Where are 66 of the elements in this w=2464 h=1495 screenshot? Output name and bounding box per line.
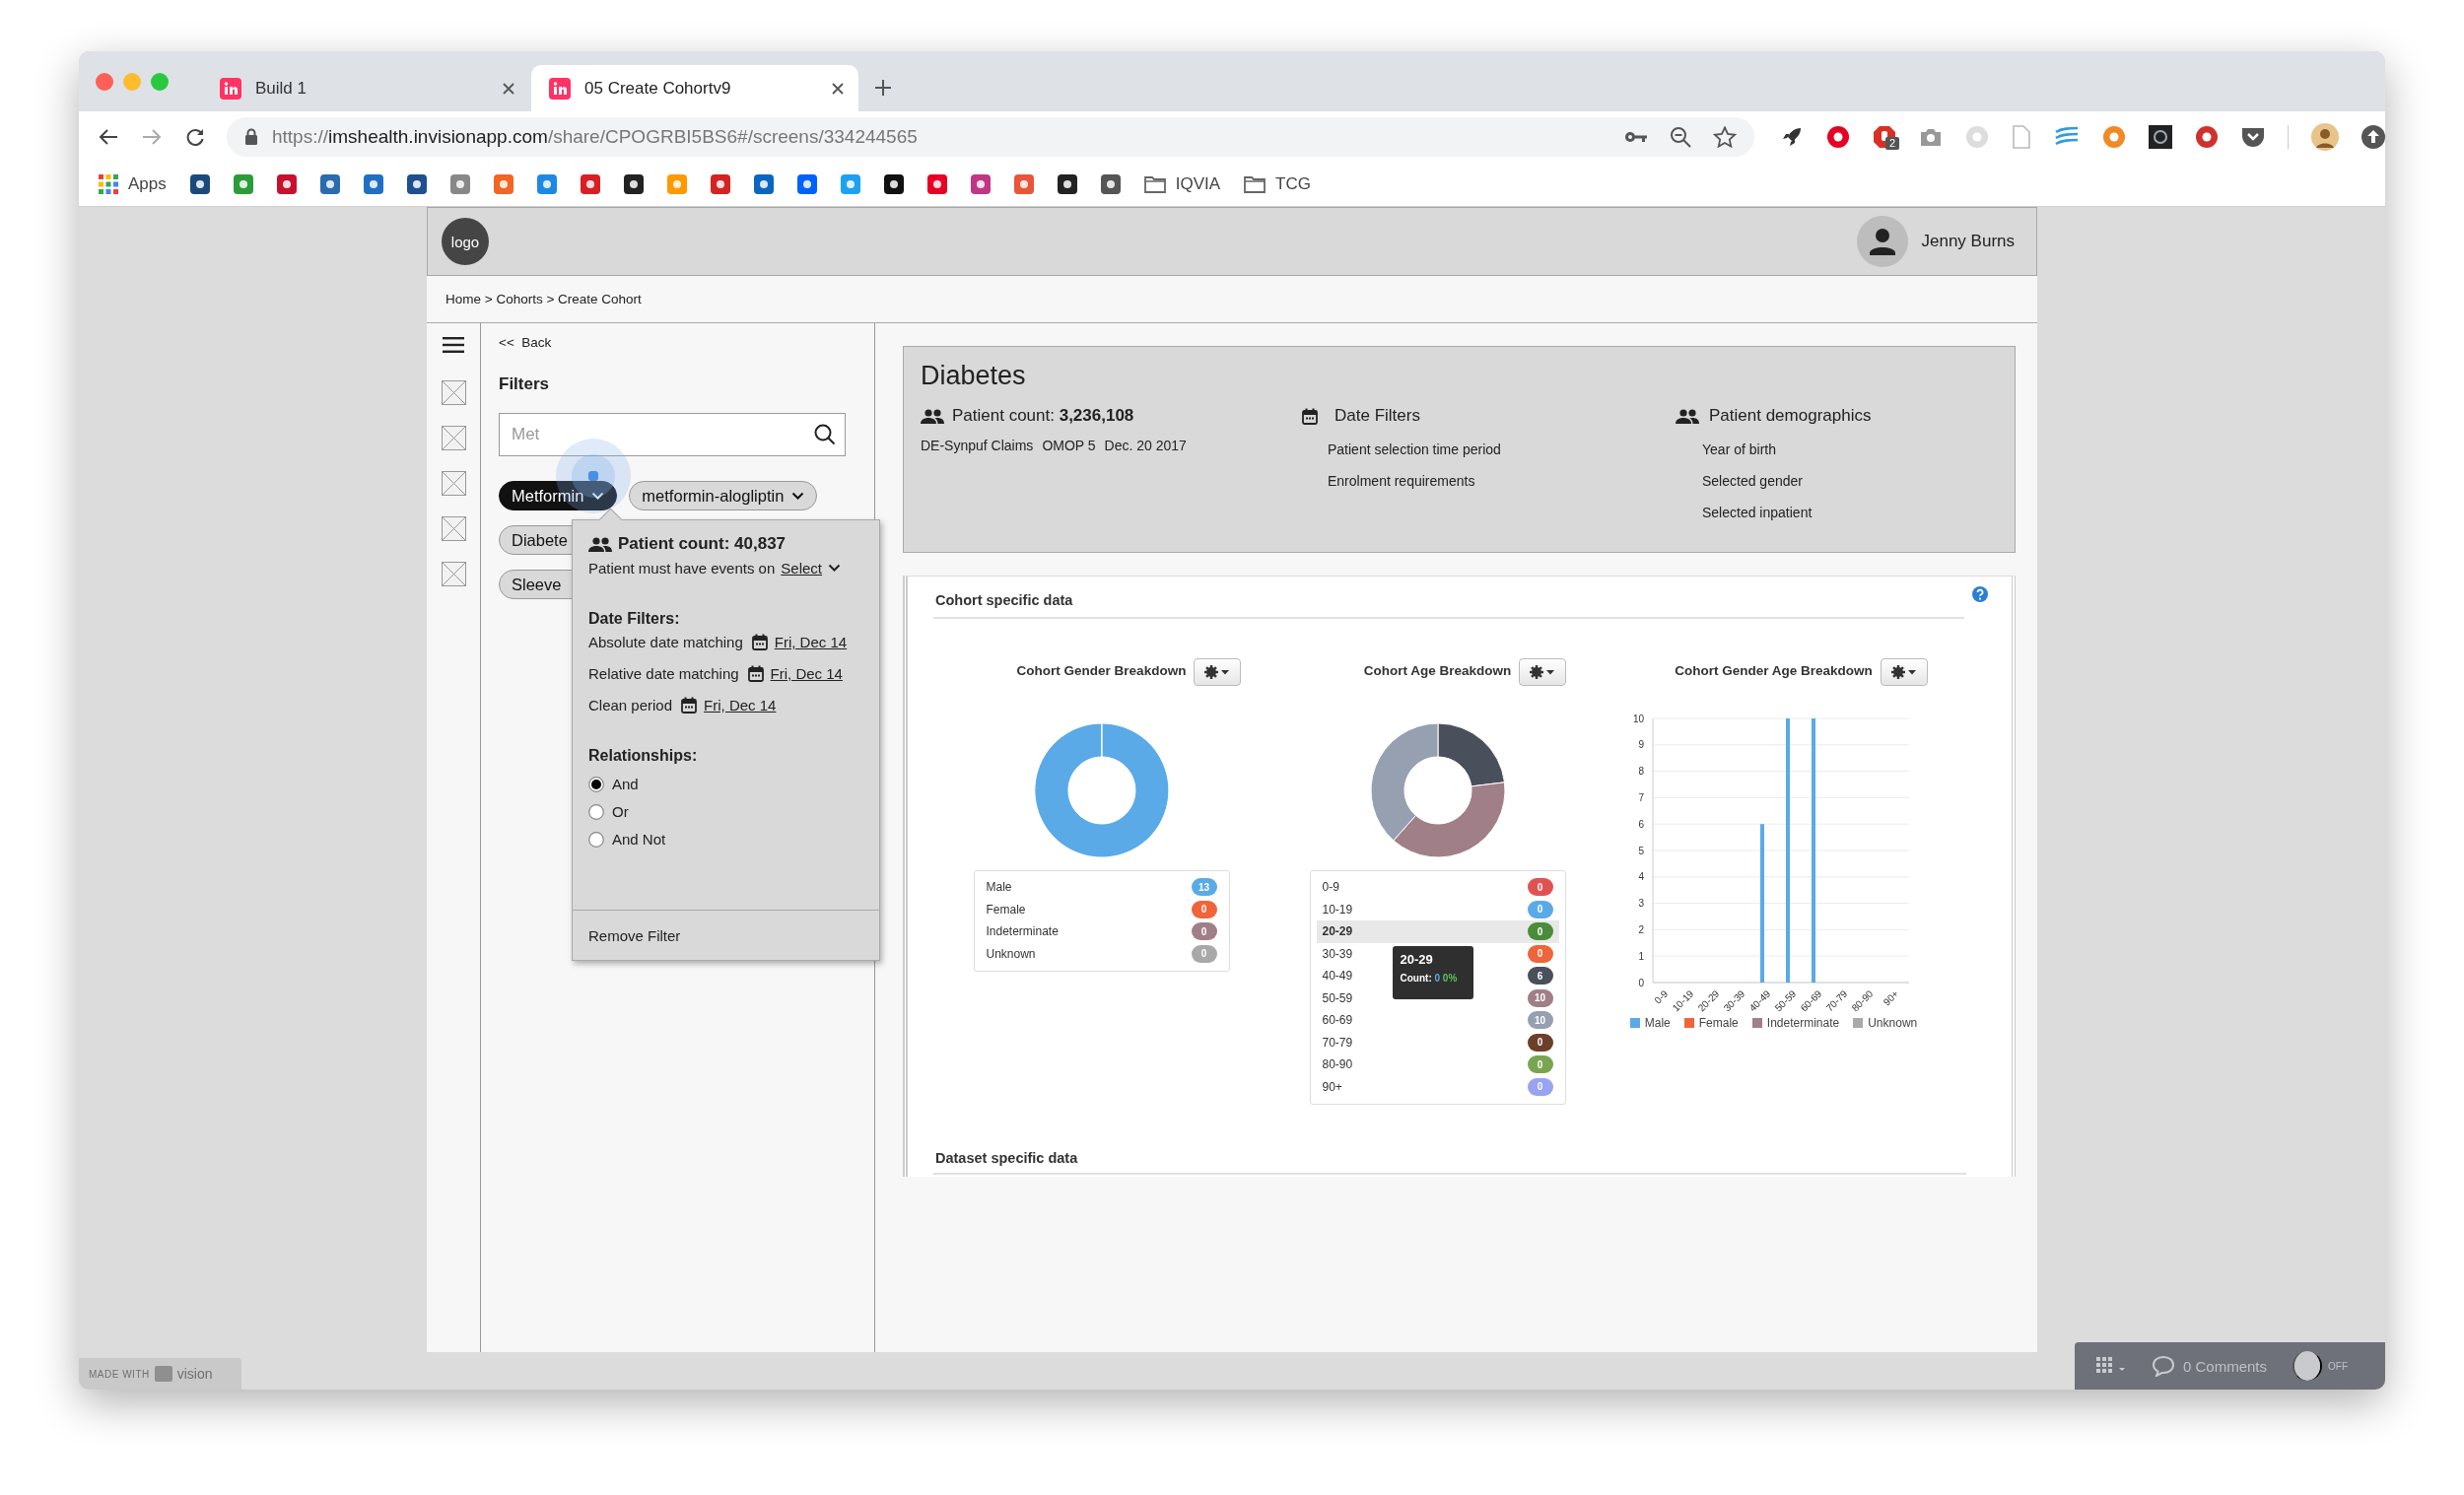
axis-label: 10 [1632,713,1644,724]
count-badge: 0 [1527,878,1553,897]
field-label: Relative date matching [588,665,739,682]
chart-title: Cohort Age Breakdown [1363,662,1512,678]
count-badge: 2 [1885,137,1900,150]
count-badge: 0 [1527,1055,1553,1074]
field-label: Absolute date matching [588,634,743,650]
filter-item: Year of birth [1702,441,1777,459]
count-badge: 0 [1527,922,1553,941]
legend-label: Female [1698,1016,1739,1030]
axis-label: 7 [1637,791,1644,803]
brand-name: vision [176,1366,213,1382]
field-label: Clean period [588,697,673,714]
toggle-label: OFF [2328,1360,2349,1372]
axis-label: 2 [1637,923,1644,935]
count-badge: 10 [1527,1011,1553,1030]
patient-count: Patient count: 3,236,108 [952,405,1134,427]
cohort-title: Diabetes [921,360,1027,392]
axis-label: 0-9 [1651,987,1670,1006]
user-name: Jenny Burns [1921,232,2015,251]
section-heading: Date Filters [1335,405,1420,427]
count-badge: 0 [1527,1077,1553,1096]
count-badge: 0 [1191,900,1217,918]
section-heading: Patient demographics [1709,405,1872,427]
chart-title: Cohort Gender Age Breakdown [1675,662,1873,678]
radio-label: And [612,776,639,792]
axis-label: 90+ [1881,987,1900,1008]
tooltip-title: 20-29 [1400,952,1434,967]
section-title: Cohort specific data [933,586,1964,619]
axis-label: 1 [1637,950,1644,962]
count-badge: 10 [1527,988,1553,1007]
section-title: Dataset specific data [933,1150,1966,1175]
section-heading: Date Filters: [588,610,681,628]
source-label: Dec. 20 2017 [1104,438,1187,453]
axis-label: 4 [1637,871,1644,883]
count-badge: 0 [1527,944,1553,963]
axis-label: 6 [1637,818,1644,830]
axis-label: 9 [1637,739,1644,751]
logo: logo [442,218,489,265]
filter-item: Patient selection time period [1328,441,1502,459]
section-heading: Relationships: [588,747,699,765]
count-badge: 0 [1527,900,1553,918]
count-badge: 13 [1191,878,1217,897]
axis-label: 8 [1637,766,1644,778]
tooltip-text: Count: 0 0% [1400,973,1459,984]
credit-text: MADE WITH [89,1368,150,1380]
radio-label: Or [612,803,629,820]
source-label: OMOP 5 [1042,438,1096,453]
chart-title: Cohort Gender Breakdown [1016,662,1187,678]
filter-item: Enrolment requirements [1328,472,1476,491]
count-badge: 0 [1191,944,1217,963]
panel-title: Filters [499,374,550,394]
filter-item: Selected inpatient [1702,504,1814,522]
axis-label: 0 [1637,977,1644,988]
source-label: DE-Synpuf Claims [921,438,1034,453]
radio-label: And Not [612,831,666,848]
axis-label: 3 [1637,898,1644,910]
axis-label: 5 [1637,845,1644,856]
legend-label: Indeterminate [1766,1016,1840,1030]
count-badge: 0 [1191,922,1217,941]
legend-label: Male [1644,1016,1671,1030]
filter-item: Selected gender [1702,472,1804,491]
count-badge: 6 [1527,967,1553,985]
breadcrumb: Home > Cohorts > Create Cohort [445,292,642,306]
legend-label: Unknown [1868,1016,1918,1030]
count-badge: 0 [1527,1033,1553,1052]
